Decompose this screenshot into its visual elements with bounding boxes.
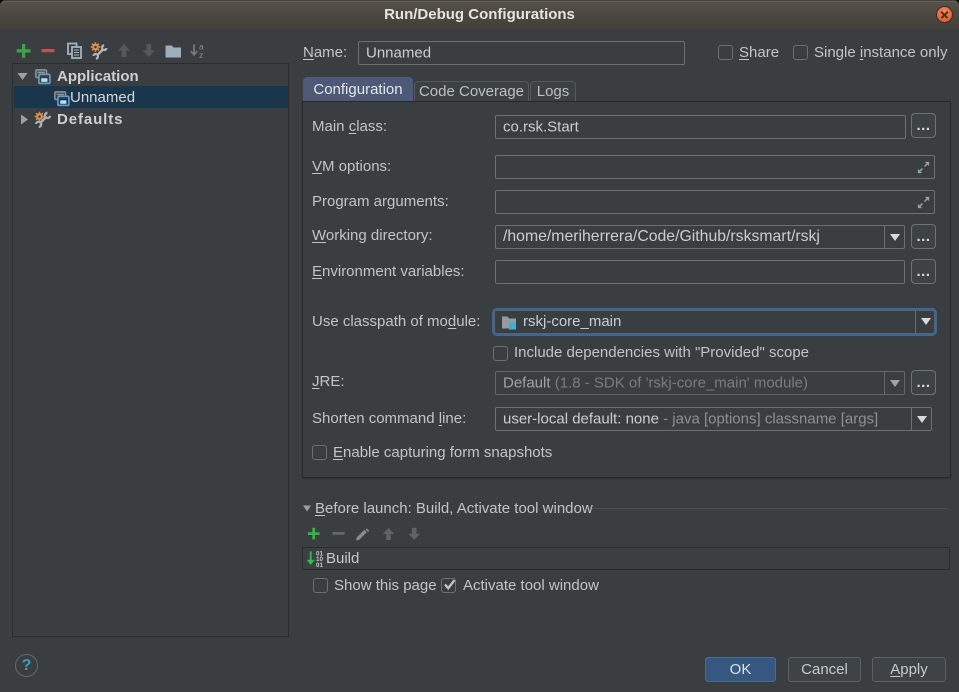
svg-text:z: z xyxy=(199,50,203,60)
svg-text:01: 01 xyxy=(316,562,323,569)
